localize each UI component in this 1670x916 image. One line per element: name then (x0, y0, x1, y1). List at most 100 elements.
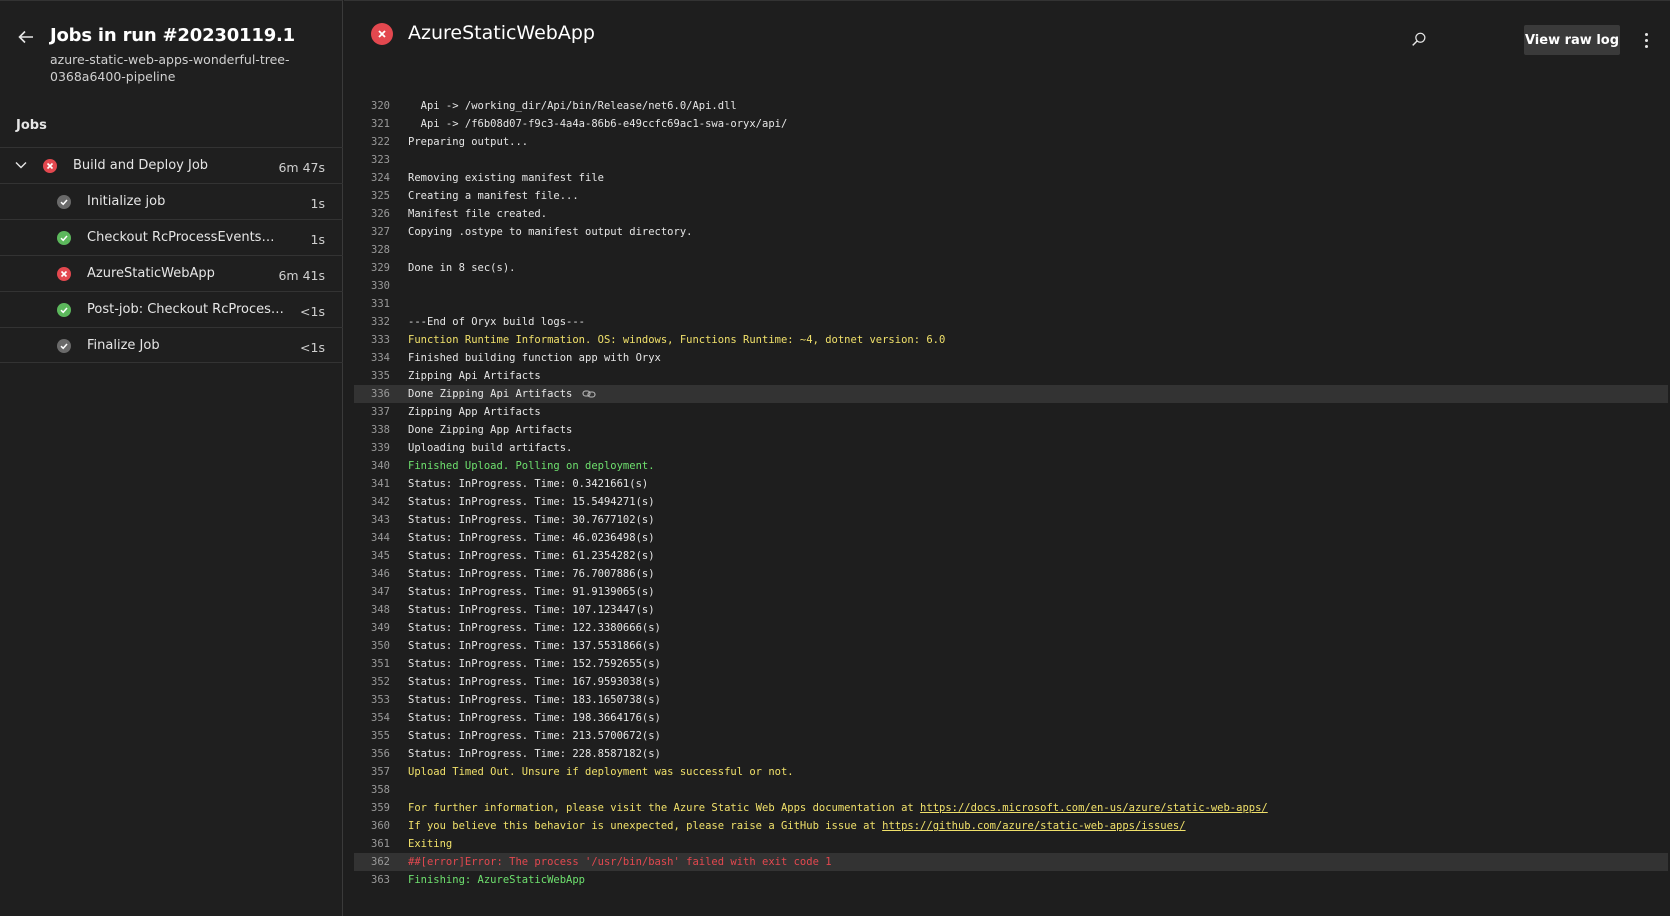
log-line-text (390, 151, 408, 169)
log-text: Status: InProgress. Time: 228.8587182(s) (408, 748, 661, 760)
log-line-text: Status: InProgress. Time: 122.3380666(s) (390, 619, 661, 637)
log-line-text: Api -> /working_dir/Api/bin/Release/net6… (390, 97, 737, 115)
log-line-number[interactable]: 355 (354, 727, 390, 745)
log-line-number[interactable]: 354 (354, 709, 390, 727)
log-line-number[interactable]: 359 (354, 799, 390, 817)
log-line: 354 Status: InProgress. Time: 198.3664176… (354, 709, 1668, 727)
log-line: 333 Function Runtime Information. OS: win… (354, 331, 1668, 349)
log-line-number[interactable]: 332 (354, 313, 390, 331)
success-status-icon (57, 303, 71, 317)
job-build-and-deploy[interactable]: Build and Deploy Job 6m 47s (0, 147, 343, 183)
log-line-number[interactable]: 326 (354, 205, 390, 223)
back-arrow-icon[interactable] (16, 27, 40, 51)
log-output[interactable]: 320 Api -> /working_dir/Api/bin/Release/… (354, 97, 1668, 889)
log-line: 347 Status: InProgress. Time: 91.9139065(… (354, 583, 1668, 601)
view-raw-log-button[interactable]: View raw log (1524, 25, 1620, 55)
log-line-number[interactable]: 353 (354, 691, 390, 709)
log-line-number[interactable]: 327 (354, 223, 390, 241)
log-line-number[interactable]: 362 (354, 853, 390, 871)
step-post-job-checkout[interactable]: Post-job: Checkout RcProcessEv... <1s (0, 291, 343, 327)
log-line-number[interactable]: 347 (354, 583, 390, 601)
log-line: 322 Preparing output... (354, 133, 1668, 151)
log-text: Done in 8 sec(s). (408, 262, 516, 274)
log-line-text: Status: InProgress. Time: 213.5700672(s) (390, 727, 661, 745)
log-line-text: Status: InProgress. Time: 137.5531866(s) (390, 637, 661, 655)
log-line-number[interactable]: 330 (354, 277, 390, 295)
step-checkout[interactable]: Checkout RcProcessEvents@featu... 1s (0, 219, 343, 255)
log-line-number[interactable]: 325 (354, 187, 390, 205)
log-line-number[interactable]: 338 (354, 421, 390, 439)
log-line-number[interactable]: 343 (354, 511, 390, 529)
log-line-number[interactable]: 350 (354, 637, 390, 655)
log-text: Done Zipping Api Artifacts (408, 388, 573, 400)
log-line-number[interactable]: 323 (354, 151, 390, 169)
step-duration: 1s (310, 196, 325, 211)
log-line-number[interactable]: 345 (354, 547, 390, 565)
log-line: 358 (354, 781, 1668, 799)
log-line-text: Finishing: AzureStaticWebApp (390, 871, 585, 889)
log-line-number[interactable]: 358 (354, 781, 390, 799)
log-text: Finished Upload. Polling on deployment. (408, 460, 655, 472)
log-line-number[interactable]: 329 (354, 259, 390, 277)
log-line-number[interactable]: 356 (354, 745, 390, 763)
log-line-number[interactable]: 349 (354, 619, 390, 637)
log-line-number[interactable]: 324 (354, 169, 390, 187)
log-link[interactable]: https://docs.microsoft.com/en-us/azure/s… (920, 802, 1268, 814)
log-line: 326 Manifest file created. (354, 205, 1668, 223)
check-status-icon (57, 195, 71, 209)
log-line-number[interactable]: 351 (354, 655, 390, 673)
step-initialize-job[interactable]: Initialize job 1s (0, 183, 343, 219)
log-line: 362 ##[error]Error: The process '/usr/bin… (354, 853, 1668, 871)
log-line-number[interactable]: 328 (354, 241, 390, 259)
log-line-text: Status: InProgress. Time: 107.123447(s) (390, 601, 655, 619)
log-line-number[interactable]: 333 (354, 331, 390, 349)
log-line-number[interactable]: 360 (354, 817, 390, 835)
log-line-number[interactable]: 357 (354, 763, 390, 781)
log-line: 332 ---End of Oryx build logs--- (354, 313, 1668, 331)
log-text: Creating a manifest file... (408, 190, 579, 202)
log-line: 321 Api -> /f6b08d07-f9c3-4a4a-86b6-e49c… (354, 115, 1668, 133)
log-line-number[interactable]: 361 (354, 835, 390, 853)
log-line-text: ---End of Oryx build logs--- (390, 313, 585, 331)
copy-link-icon[interactable] (582, 389, 596, 399)
log-line-number[interactable]: 363 (354, 871, 390, 889)
log-line: 357 Upload Timed Out. Unsure if deploymen… (354, 763, 1668, 781)
log-link[interactable]: https://github.com/azure/static-web-apps… (882, 820, 1185, 832)
log-line-number[interactable]: 320 (354, 97, 390, 115)
step-finalize-job[interactable]: Finalize Job <1s (0, 327, 343, 363)
log-line: 360 If you believe this behavior is unexp… (354, 817, 1668, 835)
log-line-number[interactable]: 331 (354, 295, 390, 313)
log-line-number[interactable]: 348 (354, 601, 390, 619)
log-line-number[interactable]: 335 (354, 367, 390, 385)
log-line-number[interactable]: 334 (354, 349, 390, 367)
log-line: 327 Copying .ostype to manifest output di… (354, 223, 1668, 241)
step-label: Finalize Job (87, 338, 160, 353)
log-line-number[interactable]: 322 (354, 133, 390, 151)
log-line-number[interactable]: 339 (354, 439, 390, 457)
log-text: If you believe this behavior is unexpect… (408, 820, 883, 832)
log-line-number[interactable]: 344 (354, 529, 390, 547)
log-text: Status: InProgress. Time: 91.9139065(s) (408, 586, 655, 598)
log-line-number[interactable]: 336 (354, 385, 390, 403)
log-line-number[interactable]: 321 (354, 115, 390, 133)
search-icon[interactable] (1410, 31, 1430, 51)
log-text: Status: InProgress. Time: 137.5531866(s) (408, 640, 661, 652)
log-text: Zipping Api Artifacts (408, 370, 541, 382)
log-line-number[interactable]: 352 (354, 673, 390, 691)
log-line-number[interactable]: 337 (354, 403, 390, 421)
log-line: 337 Zipping App Artifacts (354, 403, 1668, 421)
log-line-number[interactable]: 341 (354, 475, 390, 493)
log-line-number[interactable]: 340 (354, 457, 390, 475)
log-text: Status: InProgress. Time: 152.7592655(s) (408, 658, 661, 670)
chevron-down-icon[interactable] (14, 158, 28, 172)
log-line-text: Status: InProgress. Time: 167.9593038(s) (390, 673, 661, 691)
log-text: Status: InProgress. Time: 198.3664176(s) (408, 712, 661, 724)
log-line-number[interactable]: 346 (354, 565, 390, 583)
step-azure-static-web-app[interactable]: AzureStaticWebApp 6m 41s (0, 255, 343, 291)
log-line-number[interactable]: 342 (354, 493, 390, 511)
more-options-icon[interactable] (1638, 29, 1654, 51)
log-line: 356 Status: InProgress. Time: 228.8587182… (354, 745, 1668, 763)
log-text: Api -> /working_dir/Api/bin/Release/net6… (408, 100, 737, 112)
log-text: Finished building function app with Oryx (408, 352, 661, 364)
pipeline-name: azure-static-web-apps-wonderful-tree-036… (50, 52, 290, 84)
